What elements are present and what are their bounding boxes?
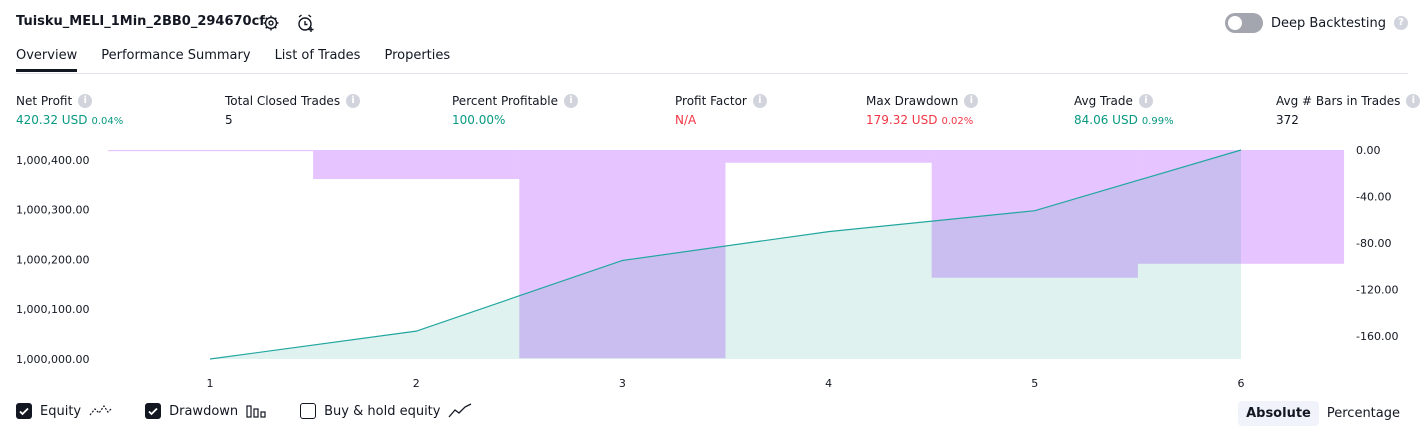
check-icon	[19, 407, 29, 416]
x-tick-label: 5	[1031, 377, 1038, 390]
view-toggle: Absolute Percentage	[1238, 401, 1408, 426]
metric-profit-factor: Profit Factor i N/A	[675, 94, 767, 127]
help-icon[interactable]: ?	[1394, 16, 1408, 30]
absolute-button[interactable]: Absolute	[1238, 401, 1319, 426]
metric-value: 5	[225, 113, 233, 127]
strategy-title: Tuisku_MELI_1Min_2BB0_294670cf	[16, 14, 265, 29]
equity-drawdown-chart: 1,000,400.00 1,000,300.00 1,000,200.00 1,00…	[16, 144, 1398, 390]
metric-value: N/A	[675, 113, 697, 127]
y-right-tick-label: 0.00	[1356, 144, 1381, 157]
metric-total-closed-trades: Total Closed Trades i 5	[225, 94, 361, 127]
check-icon	[148, 407, 158, 416]
metric-value: 179.32 USD	[866, 113, 938, 127]
metric-value: 84.06 USD	[1074, 113, 1138, 127]
legend-label: Equity	[40, 403, 82, 419]
tab-properties[interactable]: Properties	[384, 48, 450, 72]
legend-drawdown[interactable]: Drawdown	[145, 403, 268, 419]
drawdown-bar	[725, 150, 932, 163]
metric-value: 100.00%	[452, 113, 506, 127]
chart-legend: Equity Drawdown Buy & hold equity	[16, 403, 504, 419]
y-right-tick-label: -160.00	[1356, 330, 1398, 343]
y-left-tick-label: 1,000,300.00	[16, 204, 89, 217]
tab-bar: Overview Performance Summary List of Tra…	[16, 48, 450, 72]
legend-label: Buy & hold equity	[324, 403, 441, 419]
x-tick-label: 1	[207, 377, 214, 390]
deep-backtesting-toggle[interactable]	[1224, 13, 1263, 33]
help-icon[interactable]: i	[346, 94, 361, 108]
tab-performance-summary[interactable]: Performance Summary	[101, 48, 250, 72]
metric-percent: 0.04%	[91, 116, 124, 127]
y-right-tick-label: -40.00	[1356, 190, 1391, 203]
gear-icon[interactable]	[261, 13, 281, 33]
metric-label: Avg # Bars in Trades	[1276, 94, 1401, 108]
toggle-knob	[1227, 16, 1242, 30]
equity-line-icon	[89, 404, 113, 416]
drawdown-bar	[108, 150, 314, 152]
legend-label: Drawdown	[169, 403, 239, 419]
buy-hold-checkbox[interactable]	[300, 403, 317, 419]
metric-percent: 0.02%	[941, 116, 974, 127]
help-icon[interactable]: i	[78, 94, 93, 108]
help-icon[interactable]: i	[1406, 94, 1421, 108]
equity-checkbox[interactable]	[16, 403, 32, 419]
y-left-tick-label: 1,000,000.00	[16, 353, 89, 366]
metric-avg-bars: Avg # Bars in Trades i 372	[1276, 94, 1421, 127]
x-tick-label: 6	[1238, 377, 1245, 390]
y-left-tick-label: 1,000,100.00	[16, 303, 89, 316]
tab-list-of-trades[interactable]: List of Trades	[275, 48, 361, 72]
metric-label: Profit Factor	[675, 94, 747, 108]
buy-hold-line-icon	[448, 403, 472, 418]
metric-avg-trade: Avg Trade i 84.06 USD 0.99%	[1074, 94, 1174, 127]
tab-overview[interactable]: Overview	[16, 48, 78, 72]
metric-label: Percent Profitable	[452, 94, 558, 108]
y-right-tick-label: -80.00	[1356, 237, 1391, 250]
metric-value: 420.32 USD	[16, 113, 88, 127]
percentage-button[interactable]: Percentage	[1319, 401, 1408, 426]
metric-label: Total Closed Trades	[225, 94, 341, 108]
drawdown-bar	[313, 150, 520, 180]
drawdown-checkbox[interactable]	[145, 403, 162, 419]
metric-label: Max Drawdown	[866, 94, 959, 108]
metric-percent: 0.99%	[1141, 116, 1174, 127]
x-tick-label: 2	[413, 377, 420, 390]
x-tick-label: 4	[825, 377, 832, 390]
deep-backtesting: Deep Backtesting ?	[1224, 13, 1408, 33]
metric-percent-profitable: Percent Profitable i 100.00%	[452, 94, 578, 127]
x-tick-label: 3	[619, 377, 626, 390]
deep-backtesting-label: Deep Backtesting	[1270, 15, 1386, 31]
help-icon[interactable]: i	[752, 94, 767, 108]
y-left-tick-label: 1,000,200.00	[16, 253, 89, 266]
metric-net-profit: Net Profit i 420.32 USD 0.04%	[16, 94, 123, 127]
help-icon[interactable]: i	[1138, 94, 1153, 108]
drawdown-bars-icon	[246, 405, 266, 418]
tab-divider	[16, 73, 1408, 74]
metric-value: 372	[1276, 113, 1299, 127]
y-right-tick-label: -120.00	[1356, 283, 1398, 296]
metric-label: Avg Trade	[1074, 94, 1133, 108]
alarm-clock-plus-icon[interactable]	[296, 13, 316, 33]
legend-buy-hold[interactable]: Buy & hold equity	[300, 403, 472, 419]
metric-label: Net Profit	[16, 94, 73, 108]
metric-max-drawdown: Max Drawdown i 179.32 USD 0.02%	[866, 94, 979, 127]
legend-equity[interactable]: Equity	[16, 403, 113, 419]
help-icon[interactable]: i	[964, 94, 979, 108]
help-icon[interactable]: i	[563, 94, 578, 108]
y-left-tick-label: 1,000,400.00	[16, 154, 89, 167]
